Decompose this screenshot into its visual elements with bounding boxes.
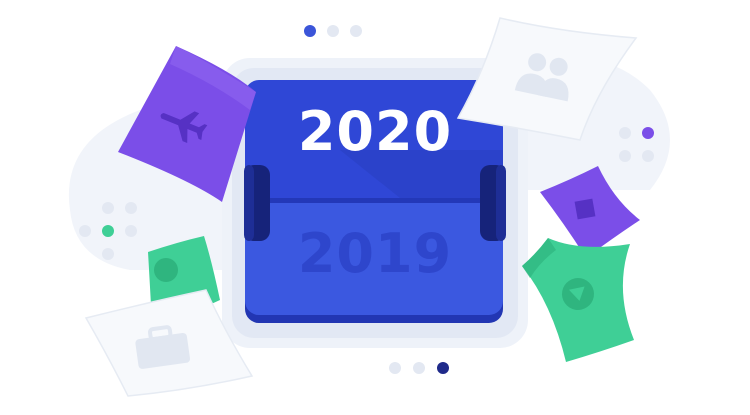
dot-bottom-1 (389, 362, 401, 374)
dot-bottom-3 (437, 362, 449, 374)
current-year-label: 2020 (297, 100, 453, 163)
dot-grid-left-3 (102, 225, 114, 237)
calendar-fold-line (245, 198, 503, 203)
dot-grid-left-5 (79, 225, 91, 237)
illustration-canvas (68, 17, 670, 397)
play-card (522, 238, 634, 362)
dot-grid-right-1 (619, 127, 631, 139)
dot-grid-right-4 (642, 150, 654, 162)
dot-grid-left-4 (125, 225, 137, 237)
dot-top-1 (304, 25, 316, 37)
dot-top-2 (327, 25, 339, 37)
dot-grid-left-2 (125, 202, 137, 214)
dot-top-3 (350, 25, 362, 37)
previous-year-label: 2019 (297, 222, 453, 285)
dot-grid-right-3 (619, 150, 631, 162)
dot-grid-left-1 (102, 202, 114, 214)
dot-grid-right-2 (642, 127, 654, 139)
circle-icon (154, 258, 178, 282)
new-year-illustration: 2020 2019 (0, 0, 750, 415)
square-icon (574, 198, 596, 220)
dot-grid-left-6 (102, 248, 114, 260)
dot-bottom-2 (413, 362, 425, 374)
